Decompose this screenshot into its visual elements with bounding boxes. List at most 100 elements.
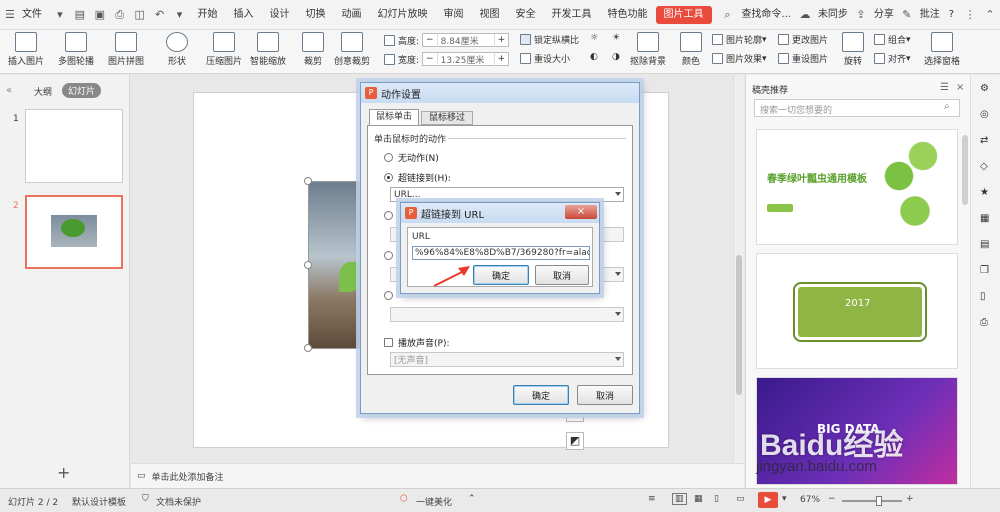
reading-view-icon[interactable]: ▯ (714, 494, 719, 504)
picture-outline-button[interactable]: 图片轮廓 ▾ (712, 33, 767, 46)
radio-no-action[interactable]: 无动作(N) (384, 151, 439, 164)
chevron-down-icon[interactable]: ▾ (52, 6, 68, 24)
tab-special[interactable]: 特色功能 (600, 0, 656, 30)
zoom-out-icon[interactable]: − (828, 494, 836, 504)
url-input[interactable]: %96%84%E8%8D%B7/369280?fr=aladdin (412, 246, 590, 260)
radio-run-program[interactable] (384, 211, 398, 220)
menu-file[interactable]: 文件 (20, 0, 50, 30)
menu-icon[interactable]: ☰ (940, 82, 949, 93)
color-button[interactable]: 颜色 (680, 32, 702, 67)
height-spinner[interactable]: −8.84厘米 + (422, 33, 510, 47)
float-tool-icon[interactable]: ◩ (566, 432, 584, 450)
resize-handle[interactable] (304, 261, 312, 269)
tab-animation[interactable]: 动画 (334, 0, 370, 30)
insert-picture-button[interactable]: 插入图片 (8, 32, 44, 67)
open-icon[interactable]: ▤ (72, 6, 88, 24)
redo-icon[interactable]: ▾ (172, 6, 188, 24)
notes-placeholder[interactable]: 单击此处添加备注 (152, 470, 224, 483)
plus-icon[interactable]: + (495, 35, 509, 45)
tab-slideshow[interactable]: 幻灯片放映 (370, 0, 436, 30)
sync-status[interactable]: 未同步 (815, 0, 851, 30)
command-search[interactable]: 查找命令... (737, 0, 795, 30)
minus-icon[interactable]: − (423, 54, 437, 64)
hyperlink-select[interactable]: URL... (390, 187, 624, 202)
collapse-pane-icon[interactable]: « (6, 85, 12, 96)
radio-run-macro[interactable] (384, 251, 398, 260)
tab-mouse-over[interactable]: 鼠标移过 (421, 111, 473, 125)
adjust-icon[interactable]: ⇄ (980, 135, 988, 146)
resize-handle[interactable] (304, 177, 312, 185)
design-template[interactable]: 默认设计模板 (72, 495, 126, 508)
tab-outline[interactable]: 大纲 (34, 85, 52, 98)
sorter-view-icon[interactable]: ▦ (694, 494, 703, 504)
template-search-input[interactable]: 搜索一切您想要的 (754, 99, 960, 117)
minus-icon[interactable]: − (423, 35, 437, 45)
reset-size-button[interactable]: 重设大小 (520, 52, 570, 65)
close-icon[interactable]: × (956, 82, 964, 93)
cancel-button[interactable]: 取消 (577, 385, 633, 405)
notes-toggle-icon[interactable]: ≡ (648, 494, 656, 504)
brightness-down-button[interactable]: ☀ (612, 33, 620, 43)
undo-icon[interactable]: ↶ (152, 6, 168, 24)
group-button[interactable]: 组合 ▾ (874, 33, 911, 46)
contrast-up-button[interactable]: ◐ (590, 52, 598, 62)
tab-transition[interactable]: 切换 (298, 0, 334, 30)
width-spinner[interactable]: −13.25厘米 + (422, 52, 510, 66)
shape-icon[interactable]: ◇ (980, 161, 988, 172)
share-button[interactable]: 分享 (871, 0, 897, 30)
change-picture-button[interactable]: 更改图片 (778, 33, 828, 46)
pane-scrollbar-thumb[interactable] (962, 135, 968, 205)
rotate-button[interactable]: 旋转 (842, 32, 864, 67)
template-card-1[interactable]: 春季绿叶瓢虫通用模板 (756, 129, 958, 245)
chevron-down-icon[interactable]: ▾ (782, 494, 787, 504)
beautify-button[interactable]: 一键美化 (416, 495, 452, 508)
print-icon[interactable]: ⎙ (980, 317, 988, 328)
settings-icon[interactable]: ⚙ (980, 83, 989, 94)
scrollbar-thumb[interactable] (736, 255, 742, 395)
notes-bar[interactable]: ▭ 单击此处添加备注 (131, 463, 744, 488)
brightness-up-button[interactable]: ☼ (590, 33, 598, 43)
animation-icon[interactable]: ★ (980, 187, 989, 198)
tab-security[interactable]: 安全 (508, 0, 544, 30)
align-button[interactable]: 对齐 ▾ (874, 52, 911, 65)
resize-handle[interactable] (304, 344, 312, 352)
tab-mouse-click[interactable]: 鼠标单击 (369, 109, 419, 125)
more-icon[interactable]: ⋮ (962, 6, 978, 24)
radio-hyperlink[interactable]: 超链接到(H): (384, 171, 451, 184)
hamburger-icon[interactable]: ☰ (2, 6, 18, 24)
play-button[interactable]: ▶ (758, 492, 778, 508)
collapse-icon[interactable]: ⌃ (982, 6, 998, 24)
target-icon[interactable]: ◎ (980, 109, 989, 120)
tab-home[interactable]: 开始 (190, 0, 226, 30)
cancel-button[interactable]: 取消 (535, 265, 589, 285)
tab-review[interactable]: 审阅 (436, 0, 472, 30)
add-slide-button[interactable]: + (57, 463, 70, 482)
canvas-scrollbar[interactable] (733, 75, 744, 463)
save-icon[interactable]: ▣ (92, 6, 108, 24)
help-button[interactable]: ? (943, 0, 960, 30)
reset-picture-button[interactable]: 重设图片 (778, 52, 828, 65)
search-icon[interactable]: ⌕ (944, 101, 950, 112)
table-icon[interactable]: ▦ (980, 213, 989, 224)
shape-button[interactable]: 形状 (166, 32, 188, 67)
zoom-level[interactable]: 67% (800, 495, 820, 505)
selection-pane-button[interactable]: 选择窗格 (924, 32, 960, 67)
comment-button[interactable]: 批注 (917, 0, 943, 30)
play-sound-checkbox[interactable]: 播放声音(P): (384, 336, 449, 349)
slide-thumbnail-1[interactable] (25, 109, 123, 183)
copy-icon[interactable]: ❐ (980, 265, 989, 276)
preview-icon[interactable]: ◫ (132, 6, 148, 24)
layers-icon[interactable]: ▤ (980, 239, 989, 250)
creative-crop-button[interactable]: 创意裁剪 (334, 32, 370, 67)
smart-scale-button[interactable]: 智能缩放 (250, 32, 286, 67)
template-card-2[interactable]: 2017 (756, 253, 958, 369)
contrast-down-button[interactable]: ◑ (612, 52, 620, 62)
tab-design[interactable]: 设计 (262, 0, 298, 30)
picture-effect-button[interactable]: 图片效果 ▾ (712, 52, 767, 65)
lock-ratio-checkbox[interactable]: 锁定纵横比 (520, 33, 579, 46)
slide-thumbnail-2[interactable] (25, 195, 123, 269)
print-icon[interactable]: ⎙ (112, 6, 128, 24)
ok-button[interactable]: 确定 (473, 265, 529, 285)
ok-button[interactable]: 确定 (513, 385, 569, 405)
multi-outline-button[interactable]: 多图轮播 (58, 32, 94, 67)
